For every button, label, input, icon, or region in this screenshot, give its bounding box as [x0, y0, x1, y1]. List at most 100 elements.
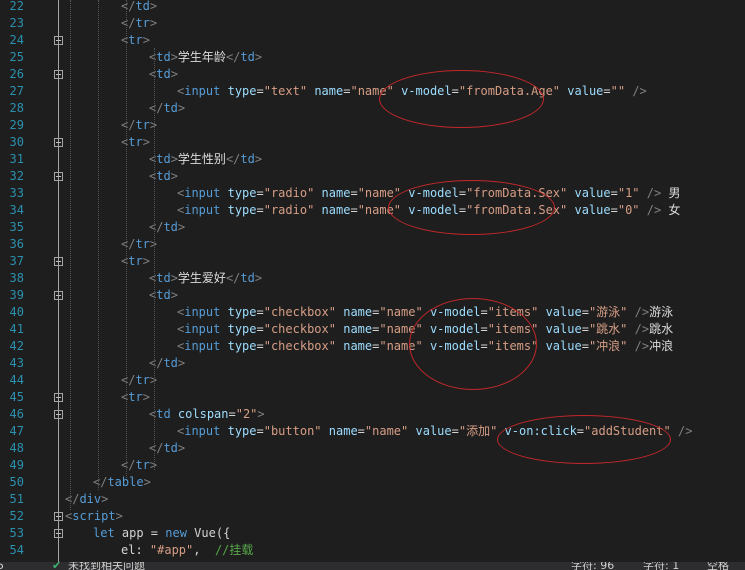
code-text[interactable]: <input type="checkbox" name="name" v-mod…: [177, 304, 673, 321]
code-token: td: [135, 0, 150, 13]
line-number: 40: [9, 305, 24, 319]
code-token: tr: [128, 33, 143, 47]
code-line[interactable]: 54 el: "#app", //挂载: [0, 542, 745, 559]
code-token: =: [350, 186, 358, 200]
code-line[interactable]: 26 <td>: [0, 66, 745, 83]
code-token: </: [121, 458, 136, 472]
code-token: >: [170, 271, 178, 285]
code-token: </: [121, 0, 136, 13]
code-token: type: [227, 424, 257, 438]
code-line[interactable]: 23 </tr>: [0, 15, 745, 32]
code-line[interactable]: 27 <input type="text" name="name" v-model…: [0, 83, 745, 100]
line-number: 26: [9, 67, 24, 81]
code-line[interactable]: 42 <input type="checkbox" name="name" v-m…: [0, 338, 745, 355]
code-line[interactable]: 38 <td>学生爱好</td>: [0, 270, 745, 287]
code-line[interactable]: 46 <td colspan="2">: [0, 406, 745, 423]
code-line[interactable]: 45 <tr>: [0, 389, 745, 406]
code-line[interactable]: 32 <td>: [0, 168, 745, 185]
code-token: "name": [350, 84, 394, 98]
code-text[interactable]: <td>学生爱好</td>: [149, 270, 262, 287]
status-issues[interactable]: 未找到相关问题: [68, 562, 145, 570]
code-line[interactable]: 30 <tr>: [0, 134, 745, 151]
code-token: >: [149, 16, 158, 30]
code-token: </: [121, 237, 136, 251]
code-text[interactable]: </div>: [65, 491, 108, 508]
code-text[interactable]: <td colspan="2">: [149, 406, 265, 423]
status-whitespace-mode[interactable]: 空格: [707, 562, 729, 570]
code-token: td: [156, 67, 171, 81]
code-line[interactable]: 35 </td>: [0, 219, 745, 236]
code-token: v-model: [429, 305, 481, 319]
code-line[interactable]: 29 </tr>: [0, 117, 745, 134]
code-text[interactable]: <td>学生年龄</td>: [149, 49, 262, 66]
code-text[interactable]: </table>: [93, 474, 151, 491]
code-line[interactable]: 28 </td>: [0, 100, 745, 117]
line-number: 52: [9, 509, 24, 523]
code-line[interactable]: 22 </td>: [0, 0, 745, 15]
code-line[interactable]: 36 </tr>: [0, 236, 745, 253]
code-text[interactable]: <input type="radio" name="name" v-model=…: [177, 202, 680, 219]
code-text[interactable]: el: "#app", //挂载: [121, 542, 253, 559]
code-token: tr: [128, 390, 143, 404]
code-line[interactable]: 43 </td>: [0, 355, 745, 372]
code-line[interactable]: 40 <input type="checkbox" name="name" v-m…: [0, 304, 745, 321]
code-text[interactable]: <input type="checkbox" name="name" v-mod…: [177, 321, 673, 338]
code-line[interactable]: 53 let app = new Vue({: [0, 525, 745, 542]
code-token: </: [225, 271, 241, 285]
code-token: >: [170, 50, 178, 64]
code-line[interactable]: 44 </tr>: [0, 372, 745, 389]
code-token: />: [634, 339, 650, 353]
code-token: />: [632, 84, 647, 98]
code-text[interactable]: <input type="text" name="name" v-model="…: [177, 83, 647, 100]
code-editor[interactable]: 22 </td> 23 </tr> 24 <tr> 25 <td>学生年龄</td> 26 <td…: [0, 0, 745, 562]
code-token: >: [254, 152, 263, 166]
code-text[interactable]: let app = new Vue({: [93, 525, 230, 542]
code-token: =: [350, 203, 358, 217]
code-line[interactable]: 51 </div>: [0, 491, 745, 508]
code-line[interactable]: 24 <tr>: [0, 32, 745, 49]
code-text[interactable]: <td>学生性别</td>: [149, 151, 262, 168]
line-number: 28: [9, 101, 24, 115]
code-line[interactable]: 48 </td>: [0, 440, 745, 457]
indent-guide: [98, 0, 99, 490]
code-token: =: [480, 322, 488, 336]
code-line[interactable]: 37 <tr>: [0, 253, 745, 270]
code-token: "2": [235, 407, 258, 421]
code-line[interactable]: 34 <input type="radio" name="name" v-mode…: [0, 202, 745, 219]
code-text[interactable]: <input type="checkbox" name="name" v-mod…: [177, 338, 673, 355]
code-token: name: [343, 305, 373, 319]
line-number: 23: [9, 16, 24, 30]
code-line[interactable]: 47 <input type="button" name="name" value…: [0, 423, 745, 440]
code-text[interactable]: <input type="button" name="name" value="…: [177, 423, 692, 440]
code-line[interactable]: 41 <input type="checkbox" name="name" v-m…: [0, 321, 745, 338]
code-line[interactable]: 33 <input type="radio" name="name" v-mode…: [0, 185, 745, 202]
code-token: =: [581, 322, 589, 336]
code-line[interactable]: 25 <td>学生年龄</td>: [0, 49, 745, 66]
code-token: script: [72, 509, 116, 523]
code-line[interactable]: 50 </table>: [0, 474, 745, 491]
code-token: "name": [379, 339, 423, 353]
code-token: >: [170, 152, 178, 166]
code-token: "fromData.Age": [458, 84, 561, 98]
code-line[interactable]: 49 </tr>: [0, 457, 745, 474]
code-token: =: [576, 424, 585, 438]
code-line[interactable]: 31 <td>学生性别</td>: [0, 151, 745, 168]
code-text[interactable]: <script>: [65, 508, 123, 525]
code-line[interactable]: 52 <script>: [0, 508, 745, 525]
code-token: </: [225, 152, 241, 166]
code-token: </: [121, 118, 136, 132]
line-number: 36: [9, 237, 24, 251]
code-token: div: [79, 492, 102, 506]
code-token: td: [156, 288, 171, 302]
code-line[interactable]: 39 <td>: [0, 287, 745, 304]
code-token: new: [165, 526, 187, 540]
code-text[interactable]: <input type="radio" name="name" v-model=…: [177, 185, 680, 202]
code-token: =: [256, 84, 264, 98]
code-token: "fromData.Sex": [466, 203, 568, 217]
